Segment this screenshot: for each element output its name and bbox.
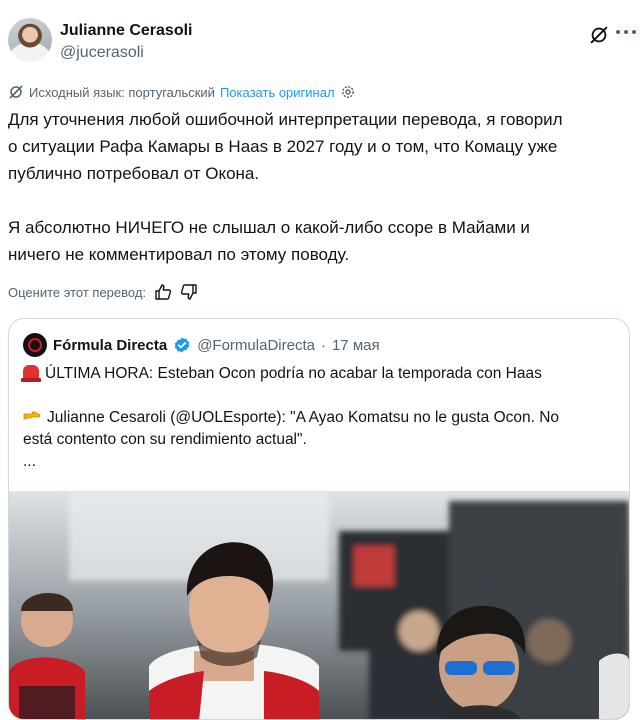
- quoted-line-1: ÚLTIMA HORA: Esteban Ocon podría no acab…: [45, 365, 542, 382]
- tweet-text: Для уточнения любой ошибочной интерпрета…: [8, 110, 563, 264]
- rate-translation: Оцените этот перевод:: [8, 283, 198, 301]
- source-language-label: Исходный язык: португальский: [29, 84, 215, 100]
- thumbs-down-icon[interactable]: [180, 283, 198, 301]
- quoted-tweet[interactable]: Fórmula Directa @FormulaDirecta · 17 мая…: [8, 318, 630, 720]
- pointing-hand-emoji: [23, 411, 41, 420]
- quoted-date[interactable]: 17 мая: [332, 337, 380, 354]
- quoted-line-2: Julianne Cesaroli (@UOLEsporte): "A Ayao…: [23, 409, 560, 470]
- quoted-handle[interactable]: @FormulaDirecta: [197, 337, 315, 354]
- translate-icon: [9, 85, 23, 99]
- thumbs-up-icon[interactable]: [154, 283, 172, 301]
- translation-bar: Исходный язык: португальский Показать ор…: [8, 84, 356, 100]
- siren-emoji: [21, 365, 41, 382]
- quoted-avatar[interactable]: [23, 333, 47, 357]
- author-handle[interactable]: @jucerasoli: [60, 44, 144, 62]
- meta-separator: ·: [320, 336, 326, 354]
- grok-icon[interactable]: [588, 24, 610, 46]
- gear-icon[interactable]: [340, 84, 356, 100]
- tweet-header: Julianne Cerasoli @jucerasoli: [8, 18, 636, 66]
- rate-label: Оцените этот перевод:: [8, 284, 147, 300]
- quoted-tweet-header: Fórmula Directa @FormulaDirecta · 17 мая: [23, 333, 380, 357]
- photo-illustration: [9, 491, 629, 719]
- avatar[interactable]: [8, 18, 52, 62]
- quoted-text: ÚLTIMA HORA: Esteban Ocon podría no acab…: [21, 363, 613, 473]
- more-icon[interactable]: [616, 28, 636, 36]
- quoted-photo[interactable]: [9, 491, 629, 719]
- author-name[interactable]: Julianne Cerasoli: [60, 22, 193, 40]
- show-original-link[interactable]: Показать оригинал: [220, 85, 335, 100]
- verified-badge-icon: [174, 337, 190, 353]
- quoted-author-name[interactable]: Fórmula Directa: [53, 337, 167, 354]
